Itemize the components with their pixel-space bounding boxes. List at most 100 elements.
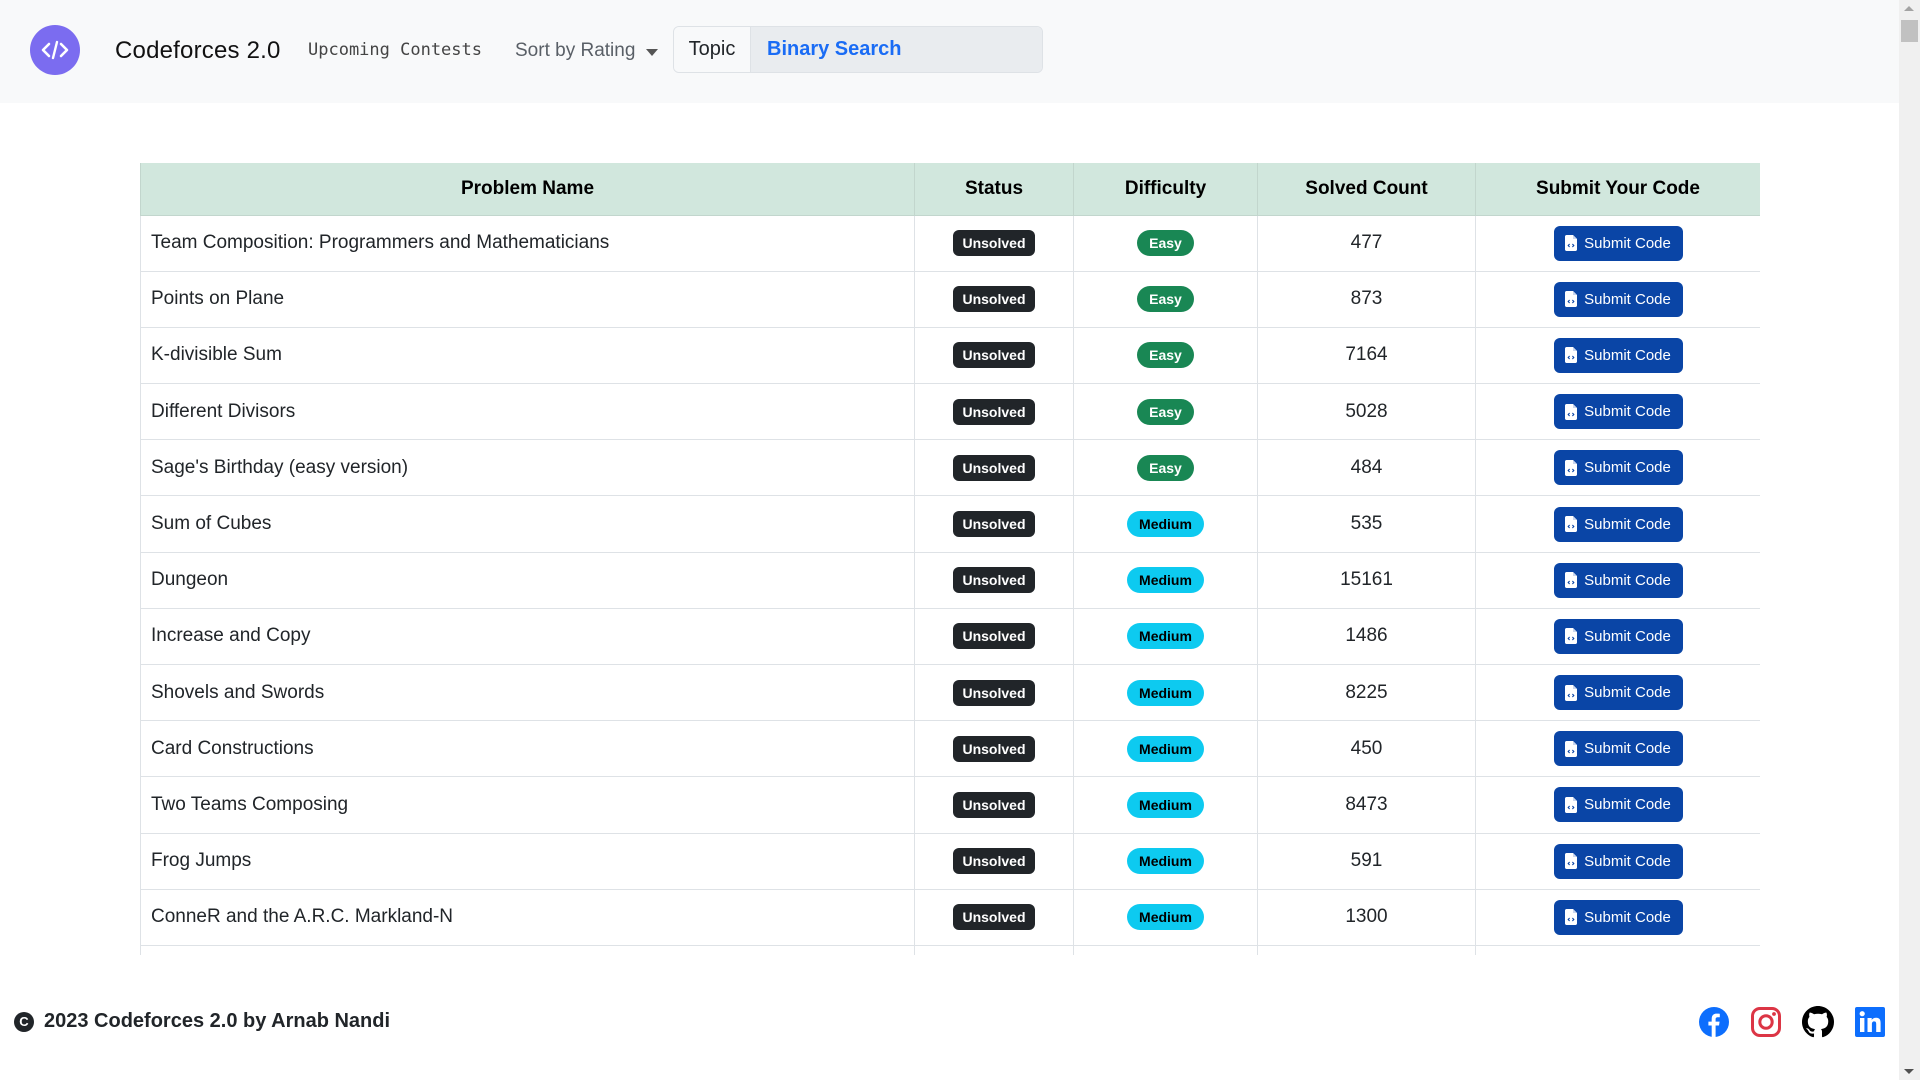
scrollbar-thumb[interactable] (1901, 20, 1918, 42)
problems-table-container[interactable]: Problem Name Status Difficulty Solved Co… (140, 163, 1760, 955)
topic-select[interactable]: Binary Search (751, 27, 1042, 72)
problem-name[interactable]: Card Constructions (140, 720, 915, 778)
problem-name[interactable]: Increase and Copy (140, 607, 915, 666)
solved-count (1257, 944, 1476, 955)
sort-by-rating-dropdown[interactable]: Sort by Rating (515, 38, 659, 64)
instagram-link[interactable] (1749, 1005, 1782, 1038)
submit-cell: Submit Code (1475, 607, 1760, 666)
status-cell: Unsolved (914, 607, 1074, 666)
solved-count: 5028 (1257, 383, 1476, 441)
problem-name[interactable]: Team Composition: Programmers and Mathem… (140, 214, 915, 272)
linkedin-link[interactable] (1853, 1005, 1886, 1038)
nav-upcoming-contests[interactable]: Upcoming Contests (308, 38, 482, 62)
status-badge: Unsolved (953, 567, 1035, 594)
difficulty-badge: Medium (1127, 623, 1204, 650)
status-badge: Unsolved (953, 791, 1035, 818)
page-scrollbar[interactable] (1899, 0, 1920, 1080)
submit-code-button[interactable]: Submit Code (1553, 562, 1683, 598)
github-link[interactable] (1801, 1005, 1834, 1038)
problem-name[interactable]: Shovels and Swords (140, 663, 915, 722)
file-code-icon (1565, 853, 1578, 870)
facebook-icon (1698, 1006, 1729, 1037)
submit-cell: Submit Code (1475, 270, 1760, 328)
file-code-icon (1565, 740, 1578, 757)
submit-code-button[interactable]: Submit Code (1553, 450, 1683, 486)
submit-cell: Submit Code (1475, 776, 1760, 834)
submit-code-label: Submit Code (1584, 627, 1671, 645)
problem-name[interactable]: Frog Jumps (140, 832, 915, 890)
problems-table: Problem Name Status Difficulty Solved Co… (140, 163, 1760, 955)
file-code-icon (1565, 347, 1578, 364)
submit-cell: Submit Code (1475, 439, 1760, 497)
table-header-row: Problem Name Status Difficulty Solved Co… (140, 163, 1760, 216)
status-cell (914, 944, 1074, 955)
problem-name[interactable]: K-divisible Sum (140, 326, 915, 385)
problem-name[interactable]: Two Teams Composing (140, 776, 915, 834)
status-cell: Unsolved (914, 214, 1074, 272)
difficulty-cell: Easy (1073, 270, 1258, 328)
submit-cell: Submit Code (1475, 214, 1760, 272)
submit-code-button[interactable]: Submit Code (1553, 225, 1683, 261)
brand-name[interactable]: Codeforces 2.0 (115, 36, 281, 66)
submit-code-button[interactable]: Submit Code (1553, 506, 1683, 542)
difficulty-cell: Easy (1073, 383, 1258, 441)
submit-code-button[interactable]: Submit Code (1553, 281, 1683, 317)
table-row (140, 944, 1760, 955)
problem-name[interactable]: Sum of Cubes (140, 495, 915, 553)
file-code-icon (1565, 909, 1578, 926)
social-links (1697, 1005, 1886, 1038)
facebook-link[interactable] (1697, 1005, 1730, 1038)
submit-cell: Submit Code (1475, 326, 1760, 385)
logo[interactable] (30, 25, 80, 75)
difficulty-cell: Easy (1073, 326, 1258, 385)
table-row: Sage's Birthday (easy version) Unsolved Ea… (140, 439, 1760, 497)
problem-name[interactable]: Different Divisors (140, 383, 915, 441)
difficulty-badge: Easy (1137, 398, 1194, 425)
difficulty-cell: Medium (1073, 776, 1258, 834)
submit-code-button[interactable]: Submit Code (1553, 899, 1683, 935)
scroll-up-arrow-icon[interactable] (1904, 6, 1914, 11)
submit-code-button[interactable]: Submit Code (1553, 337, 1683, 373)
problem-name[interactable]: Points on Plane (140, 270, 915, 328)
problem-name[interactable]: Sage's Birthday (easy version) (140, 439, 915, 497)
difficulty-cell (1073, 944, 1258, 955)
difficulty-badge: Medium (1127, 848, 1204, 875)
difficulty-badge: Medium (1127, 904, 1204, 931)
submit-code-button[interactable]: Submit Code (1553, 675, 1683, 711)
status-badge: Unsolved (953, 904, 1035, 931)
solved-count: 450 (1257, 720, 1476, 778)
submit-code-button[interactable]: Submit Code (1553, 787, 1683, 823)
table-row: K-divisible Sum Unsolved Easy 7164 Submit Co… (140, 326, 1760, 385)
submit-code-button[interactable]: Submit Code (1553, 843, 1683, 879)
solved-count: 484 (1257, 439, 1476, 497)
status-cell: Unsolved (914, 832, 1074, 890)
file-code-icon (1565, 235, 1578, 252)
status-badge: Unsolved (953, 511, 1035, 538)
difficulty-cell: Medium (1073, 663, 1258, 722)
submit-code-label: Submit Code (1584, 234, 1671, 252)
difficulty-badge: Easy (1137, 286, 1194, 313)
status-badge: Unsolved (953, 623, 1035, 650)
submit-code-label: Submit Code (1584, 684, 1671, 702)
difficulty-cell: Medium (1073, 832, 1258, 890)
status-cell: Unsolved (914, 383, 1074, 441)
problem-name[interactable]: ConneR and the A.R.C. Markland-N (140, 888, 915, 946)
difficulty-cell: Easy (1073, 214, 1258, 272)
status-cell: Unsolved (914, 776, 1074, 834)
status-cell: Unsolved (914, 888, 1074, 946)
table-body: Team Composition: Programmers and Mathem… (140, 214, 1760, 955)
submit-code-button[interactable]: Submit Code (1553, 394, 1683, 430)
solved-count: 535 (1257, 495, 1476, 553)
file-code-icon (1565, 291, 1578, 308)
submit-code-label: Submit Code (1584, 290, 1671, 308)
problem-name[interactable]: Dungeon (140, 551, 915, 609)
status-badge: Unsolved (953, 848, 1035, 875)
status-cell: Unsolved (914, 663, 1074, 722)
scroll-down-arrow-icon[interactable] (1904, 1069, 1914, 1074)
difficulty-badge: Medium (1127, 567, 1204, 594)
submit-code-button[interactable]: Submit Code (1553, 618, 1683, 654)
code-slash-icon (41, 40, 69, 60)
difficulty-badge: Medium (1127, 735, 1204, 762)
submit-code-button[interactable]: Submit Code (1553, 731, 1683, 767)
file-code-icon (1565, 572, 1578, 589)
